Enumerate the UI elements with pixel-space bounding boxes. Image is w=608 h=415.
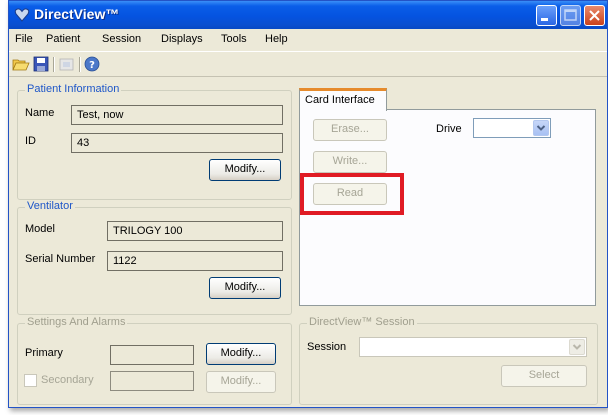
drive-dropdown-button[interactable]	[533, 120, 549, 136]
drive-label: Drive	[436, 123, 462, 135]
menu-displays[interactable]: Displays	[161, 33, 203, 45]
menu-bar: File Patient Session Displays Tools Help	[9, 29, 607, 51]
ventilator-title: Ventilator	[25, 200, 75, 212]
model-field[interactable]: TRILOGY 100	[107, 221, 283, 241]
id-field[interactable]: 43	[71, 133, 283, 153]
chevron-down-icon	[572, 344, 582, 350]
open-folder-icon[interactable]	[12, 56, 30, 72]
menu-file[interactable]: File	[15, 33, 33, 45]
serial-number-label: Serial Number	[25, 253, 96, 265]
id-label: ID	[25, 135, 36, 147]
main-window: DirectView™ File Patient Session Display…	[8, 0, 608, 408]
session-select[interactable]	[359, 337, 587, 357]
name-field[interactable]: Test, now	[71, 105, 283, 125]
window-title: DirectView™	[34, 6, 120, 22]
menu-session[interactable]: Session	[102, 33, 141, 45]
menu-patient[interactable]: Patient	[46, 33, 80, 45]
primary-label: Primary	[25, 347, 63, 359]
minimize-button[interactable]	[536, 5, 557, 26]
primary-field[interactable]	[110, 345, 194, 365]
directview-session-group: DirectView™ Session	[299, 316, 598, 405]
print-icon[interactable]	[58, 56, 76, 72]
chevron-down-icon	[536, 125, 546, 131]
name-label: Name	[25, 107, 55, 119]
maximize-button[interactable]	[560, 5, 581, 26]
erase-button[interactable]: Erase...	[313, 119, 387, 141]
secondary-modify-button[interactable]: Modify...	[206, 371, 276, 393]
read-highlight-box	[300, 173, 404, 215]
write-button[interactable]: Write...	[313, 151, 387, 173]
patient-info-title: Patient Information	[25, 83, 122, 95]
secondary-checkbox[interactable]	[24, 374, 37, 387]
maximize-icon	[564, 9, 577, 21]
serial-number-field[interactable]: 1122	[107, 251, 283, 271]
primary-modify-button[interactable]: Modify...	[206, 343, 276, 365]
toolbar-separator	[53, 57, 55, 72]
help-icon[interactable]: ?	[84, 56, 102, 72]
title-bar[interactable]: DirectView™	[9, 1, 607, 29]
heart-app-icon	[14, 8, 30, 22]
secondary-field[interactable]	[110, 371, 194, 391]
minimize-icon	[541, 18, 548, 21]
tab-card-interface[interactable]: Card Interface	[299, 88, 387, 111]
drive-select[interactable]	[473, 118, 551, 138]
save-icon[interactable]	[32, 56, 50, 72]
session-label: Session	[307, 341, 347, 353]
settings-alarms-title: Settings And Alarms	[25, 316, 128, 328]
toolbar-separator	[79, 57, 81, 72]
close-icon	[589, 10, 600, 21]
select-button[interactable]: Select	[501, 365, 587, 387]
menu-help[interactable]: Help	[265, 33, 288, 45]
svg-text:?: ?	[89, 60, 95, 71]
close-button[interactable]	[584, 5, 605, 26]
ventilator-modify-button[interactable]: Modify...	[209, 277, 281, 299]
menu-tools[interactable]: Tools	[221, 33, 247, 45]
toolbar: ?	[9, 51, 607, 77]
session-dropdown-button[interactable]	[569, 339, 585, 355]
secondary-label: Secondary	[41, 374, 94, 386]
directview-session-title: DirectView™ Session	[307, 316, 417, 328]
patient-modify-button[interactable]: Modify...	[209, 159, 281, 181]
model-label: Model	[25, 223, 55, 235]
